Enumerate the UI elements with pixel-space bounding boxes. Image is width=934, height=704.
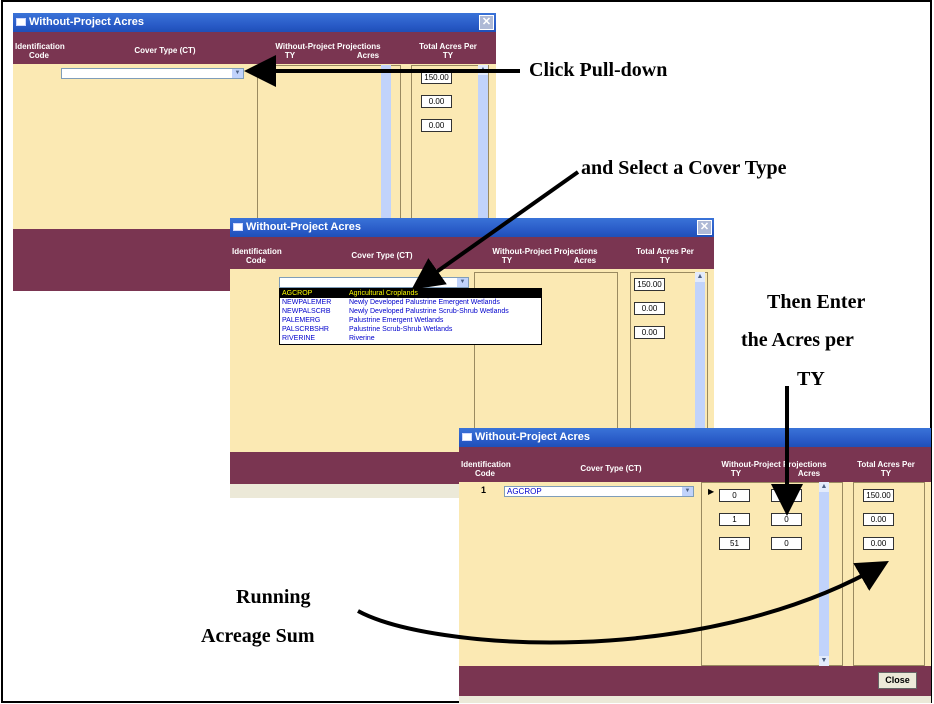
arrow-select-cover-type [411, 170, 580, 290]
callout-select-cover-type: and Select a Cover Type [581, 157, 787, 179]
arrow-running-sum [357, 561, 889, 645]
callout-enter-acres-line2: the Acres per [741, 329, 854, 351]
callout-running-line1: Running [236, 586, 311, 608]
callout-click-pulldown: Click Pull-down [529, 59, 668, 81]
callout-running-line2: Acreage Sum [201, 625, 315, 647]
callout-enter-acres-line3: TY [797, 368, 825, 390]
callout-enter-acres-line1: Then Enter [767, 291, 866, 313]
annotation-arrows [244, 55, 889, 645]
